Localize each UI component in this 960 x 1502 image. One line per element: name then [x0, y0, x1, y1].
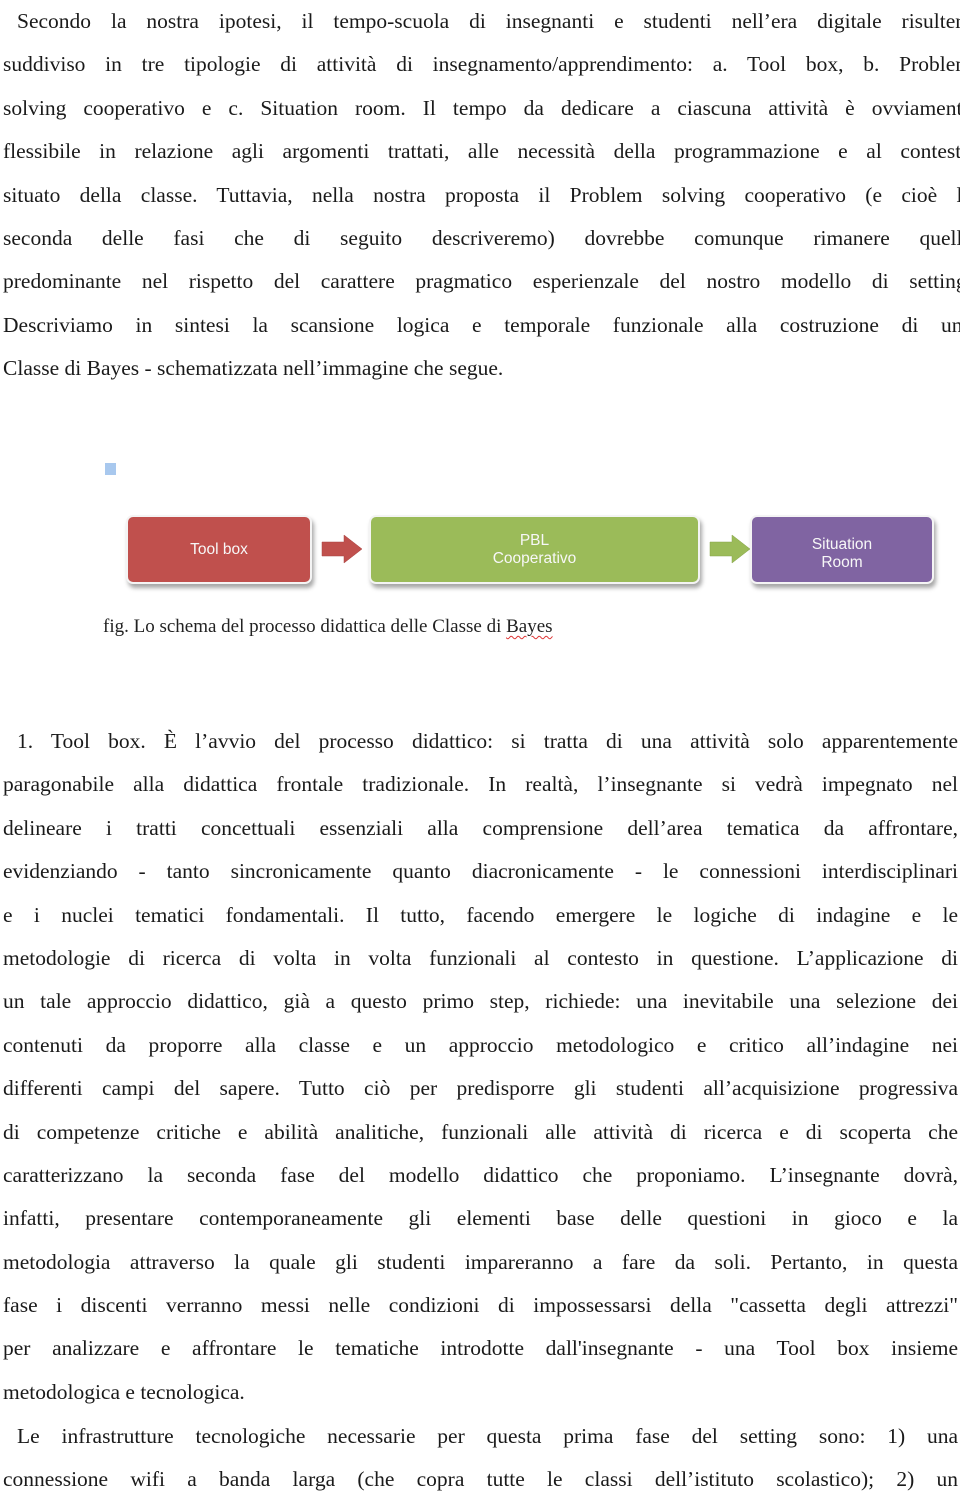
- intro-paragraph: Secondo la nostra ipotesi, il tempo-scuo…: [3, 0, 960, 391]
- text-line: caratterizzano la seconda fase del model…: [3, 1162, 958, 1187]
- step-label: Situation: [811, 535, 873, 553]
- text-line: connessione wifi a banda larga (che copr…: [3, 1467, 958, 1492]
- tool-box-paragraph: 1. Tool box. È l’avvio del processo dida…: [3, 720, 958, 1414]
- step-situation-room: Situation Room: [750, 515, 934, 584]
- text-line: metodologie di ricerca di volta in volta…: [3, 945, 958, 970]
- text-line: paragonabile alla didattica frontale tra…: [3, 772, 958, 797]
- text-line: situato della classe. Tuttavia, nella no…: [3, 182, 960, 207]
- text-line: di competenze critiche e abilità analiti…: [3, 1119, 958, 1144]
- text-line: metodologia attraverso la quale gli stud…: [3, 1249, 958, 1274]
- text-line: contenuti da proporre alla classe e un a…: [3, 1032, 958, 1057]
- arrow-right-icon: [709, 534, 751, 564]
- text-line: un tale approccio didattico, già a quest…: [3, 989, 958, 1014]
- text-line: predominante nel rispetto del carattere …: [3, 269, 960, 294]
- caption-spellcheck-word: Bayes: [506, 616, 553, 637]
- text-line: Le infrastrutture tecnologiche necessari…: [17, 1424, 958, 1448]
- text-line: differenti campi del sapere. Tutto ciò p…: [3, 1076, 958, 1101]
- figure-caption: fig. Lo schema del processo didattica de…: [103, 616, 553, 638]
- text-line: solving cooperativo e c. Situation room.…: [3, 95, 960, 120]
- text-line: Descriviamo in sintesi la scansione logi…: [3, 312, 960, 337]
- text-line: per analizzare e affrontare le tematiche…: [3, 1336, 958, 1361]
- text-line: Classe di Bayes - schematizzata nell’imm…: [3, 356, 504, 381]
- step-tool-box: Tool box: [126, 515, 312, 584]
- step-label: Room: [821, 553, 863, 571]
- text-line: seconda delle fasi che di seguito descri…: [3, 225, 960, 250]
- infrastructure-paragraph: Le infrastrutture tecnologiche necessari…: [3, 1415, 958, 1502]
- text-line: Secondo la nostra ipotesi, il tempo-scuo…: [17, 9, 960, 33]
- text-line: fase i discenti verranno messi nelle con…: [3, 1293, 958, 1318]
- text-line: flessibile in relazione agli argomenti t…: [3, 139, 960, 164]
- text-line: metodologica e tecnologica.: [3, 1379, 245, 1404]
- text-line: delineare i tratti concettuali essenzial…: [3, 815, 958, 840]
- document-page: Secondo la nostra ipotesi, il tempo-scuo…: [0, 0, 960, 1496]
- text-line: e i nuclei tematici fondamentali. Il tut…: [3, 902, 958, 927]
- caption-text: fig. Lo schema del processo didattica de…: [103, 616, 507, 637]
- arrow-right-icon: [321, 534, 363, 564]
- text-line: evidenziando - tanto sincronicamente qua…: [3, 859, 958, 884]
- step-label: Cooperativo: [492, 549, 577, 567]
- step-label: Tool box: [190, 540, 248, 558]
- text-line: suddiviso in tre tipologie di attività d…: [3, 52, 960, 77]
- figure-anchor-marker: [105, 463, 116, 475]
- step-pbl-cooperativo: PBL Cooperativo: [369, 515, 700, 584]
- text-line: infatti, presentare contemporaneamente g…: [3, 1206, 958, 1231]
- text-line: 1. Tool box. È l’avvio del processo dida…: [17, 729, 958, 753]
- step-label: PBL: [519, 531, 550, 549]
